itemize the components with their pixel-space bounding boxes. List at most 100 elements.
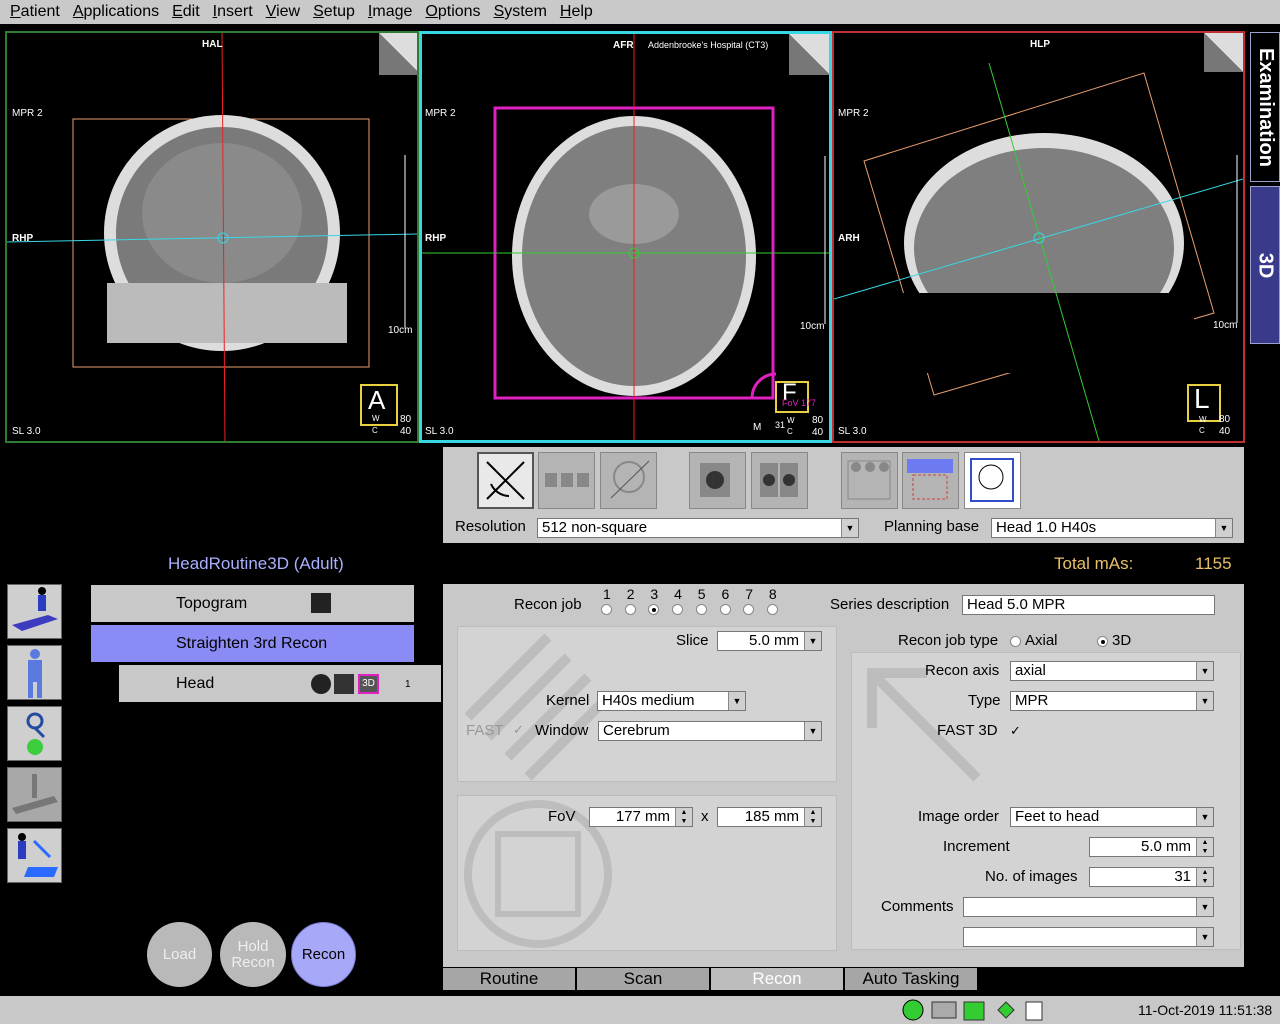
- scanner-button[interactable]: [7, 767, 62, 822]
- recon-panel: Recon job Series description Head 5.0 MP…: [443, 584, 1244, 967]
- no-of-images-input[interactable]: 31 ▲ ▼: [1089, 867, 1214, 887]
- recon-job-number: 7: [745, 586, 753, 602]
- orientation-letter: A: [368, 385, 386, 415]
- comments-select-2[interactable]: ▼: [963, 927, 1214, 947]
- comments-select-1[interactable]: ▼: [963, 897, 1214, 917]
- slice-label: Slice: [676, 632, 709, 649]
- tab-examination[interactable]: Examination: [1250, 32, 1280, 182]
- recon-job-radio[interactable]: [766, 604, 778, 615]
- fov-label: FoV: [548, 808, 576, 825]
- orient-left: RHP: [12, 233, 34, 244]
- step-head[interactable]: Head 3D 1: [119, 665, 441, 702]
- type-select[interactable]: MPR ▼: [1010, 691, 1214, 711]
- window-w: 80: [400, 414, 412, 425]
- fov-x-input[interactable]: 177 mm ▲ ▼: [589, 807, 693, 827]
- chevron-down-icon: ▼: [1196, 898, 1213, 916]
- rotate-tool-button[interactable]: [477, 452, 534, 509]
- type-label: Type: [968, 692, 1001, 709]
- layout-tool-button[interactable]: [538, 452, 595, 509]
- recon-job-radio[interactable]: [743, 604, 755, 615]
- menu-insert[interactable]: Insert: [213, 3, 253, 21]
- increment-input[interactable]: 5.0 mm ▲ ▼: [1089, 837, 1214, 857]
- kernel-select[interactable]: H40s medium ▼: [597, 691, 746, 711]
- planning-base-select[interactable]: Head 1.0 H40s ▼: [991, 518, 1233, 538]
- three-views-icon: [545, 473, 589, 487]
- menu-bar: Patient Applications Edit Insert View Se…: [0, 0, 1280, 24]
- recon-job-number: 4: [674, 586, 682, 602]
- total-mas-label: Total mAs:: [1054, 554, 1134, 573]
- tab-scan[interactable]: Scan: [577, 968, 709, 990]
- patient-position-button[interactable]: [7, 584, 62, 639]
- disk-icon: [997, 1001, 1015, 1019]
- tab-routine[interactable]: Routine: [443, 968, 575, 990]
- range-blue-tool-button[interactable]: [902, 452, 959, 509]
- head-profile-tool-button[interactable]: [964, 452, 1021, 509]
- head-plane-tool-button[interactable]: [600, 452, 657, 509]
- menu-view[interactable]: View: [266, 3, 300, 21]
- spinner-icon: ▲ ▼: [804, 808, 821, 826]
- dual-slab-tool-button[interactable]: [751, 452, 808, 509]
- menu-image[interactable]: Image: [368, 3, 412, 21]
- no-of-images-label: No. of images: [985, 868, 1078, 885]
- recon-job-radio[interactable]: [695, 604, 707, 615]
- fast-checkbox[interactable]: ✓: [513, 722, 524, 738]
- c-label: C: [787, 427, 793, 436]
- step-topogram[interactable]: Topogram: [91, 585, 414, 622]
- image-order-select[interactable]: Feet to head ▼: [1010, 807, 1214, 827]
- viewport-sagittal[interactable]: HLP MPR 2 ARH 10cm SL 3.0 L W C 80 40: [832, 31, 1245, 443]
- search-status-button[interactable]: [7, 706, 62, 761]
- slice-label: SL 3.0: [838, 426, 867, 437]
- fast3d-checkbox[interactable]: ✓: [1010, 723, 1021, 739]
- tab-auto-tasking[interactable]: Auto Tasking: [845, 968, 977, 990]
- patient-model-button[interactable]: [7, 645, 62, 700]
- recon-axis-select[interactable]: axial ▼: [1010, 661, 1214, 681]
- recon-job-number: 8: [768, 586, 777, 602]
- recon-job-radio[interactable]: [624, 604, 636, 615]
- load-button[interactable]: Load: [147, 922, 212, 987]
- viewport-axial[interactable]: AFR Addenbrooke's Hospital (CT3) MPR 2 R…: [419, 31, 832, 443]
- menu-applications[interactable]: Applications: [73, 3, 159, 21]
- viewport-coronal[interactable]: HAL MPR 2 RHP 10cm SL 3.0 A W C 80 40: [5, 31, 419, 443]
- menu-system[interactable]: System: [494, 3, 547, 21]
- window-select[interactable]: Cerebrum ▼: [598, 721, 822, 741]
- menu-setup[interactable]: Setup: [313, 3, 355, 21]
- chevron-down-icon: ▼: [804, 722, 821, 740]
- menu-options[interactable]: Options: [425, 3, 480, 21]
- recon-job-radio[interactable]: [601, 604, 612, 615]
- slab-tool-button[interactable]: [689, 452, 746, 509]
- recon-button[interactable]: Recon: [291, 922, 356, 987]
- resolution-select[interactable]: 512 non-square ▼: [537, 518, 859, 538]
- orient-left: RHP: [425, 233, 447, 244]
- w-label: W: [1199, 415, 1207, 424]
- slice-select[interactable]: 5.0 mm ▼: [717, 631, 822, 651]
- w-label: W: [787, 416, 795, 425]
- head-thumb-icon: [311, 674, 331, 694]
- recon-job-type-label: Recon job type: [898, 632, 999, 649]
- menu-help[interactable]: Help: [560, 3, 593, 21]
- orient-left: ARH: [838, 233, 860, 244]
- range-tool-button[interactable]: [841, 452, 898, 509]
- chevron-down-icon: ▼: [1196, 808, 1213, 826]
- step-straighten-recon[interactable]: Straighten 3rd Recon: [91, 625, 414, 662]
- menu-patient[interactable]: Patient: [10, 3, 60, 21]
- recon-job-number: 1: [603, 586, 611, 602]
- status-datetime: 11-Oct-2019 11:51:38: [1138, 1002, 1273, 1018]
- tab-recon[interactable]: Recon: [711, 968, 843, 990]
- fov-y-input[interactable]: 185 mm ▲ ▼: [717, 807, 822, 827]
- spinner-icon: ▲ ▼: [1196, 838, 1213, 856]
- recon-job-number: 5: [697, 586, 706, 602]
- recon-job-radio[interactable]: [648, 604, 660, 615]
- recon-job-radio[interactable]: [719, 604, 731, 615]
- transfer-button[interactable]: [7, 828, 62, 883]
- recon-job-number: 6: [721, 586, 730, 602]
- transfer-folder-icon: [18, 833, 58, 877]
- printer-icon: [931, 1001, 957, 1019]
- three-d-radio[interactable]: [1097, 636, 1108, 647]
- tab-3d[interactable]: 3D: [1250, 186, 1280, 344]
- series-description-input[interactable]: Head 5.0 MPR: [962, 595, 1215, 615]
- hold-recon-button[interactable]: Hold Recon: [220, 922, 286, 987]
- menu-edit[interactable]: Edit: [172, 3, 200, 21]
- recon-job-radio[interactable]: [672, 604, 684, 615]
- series-label: MPR 2: [12, 108, 43, 119]
- axial-radio[interactable]: [1010, 636, 1021, 647]
